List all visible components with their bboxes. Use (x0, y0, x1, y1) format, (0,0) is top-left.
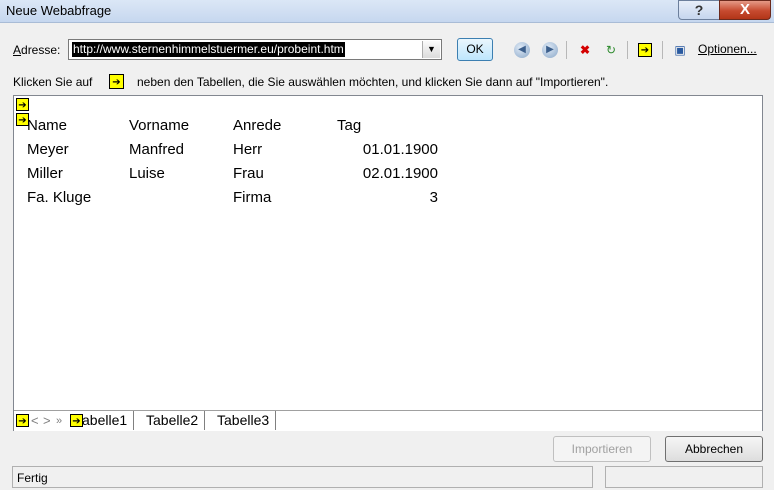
ok-button[interactable]: OK (457, 38, 493, 61)
close-button[interactable]: X (719, 0, 771, 20)
table-cell: Frau (233, 165, 264, 182)
save-query-icon[interactable]: ▣ (672, 42, 688, 58)
toolbar-separator (662, 41, 663, 59)
stop-icon[interactable]: ✖ (577, 42, 593, 58)
tab-prev-button[interactable]: < (31, 413, 39, 428)
table-cell: Miller (27, 165, 63, 182)
table-cell: Manfred (129, 141, 185, 158)
select-sheet-arrow-icon[interactable]: ➔ (16, 414, 29, 427)
hide-icons-icon[interactable]: ➔ (637, 41, 653, 57)
address-label: Adresse: (13, 43, 61, 57)
tab-tabelle2[interactable]: Tabelle2 (140, 411, 206, 430)
refresh-icon[interactable]: ↻ (603, 42, 619, 58)
instruction-suffix: neben den Tabellen, die Sie auswählen mö… (137, 75, 609, 89)
cancel-button[interactable]: Abbrechen (665, 436, 763, 462)
forward-icon[interactable]: ▶ (542, 42, 558, 58)
status-panel (605, 466, 763, 488)
table-cell: Fa. Kluge (27, 189, 92, 206)
address-field[interactable]: http://www.sternenhimmelstuermer.eu/prob… (68, 39, 442, 60)
select-page-arrow-icon[interactable]: ➔ (16, 98, 29, 111)
status-text: Fertig (17, 471, 48, 485)
back-icon[interactable]: ◀ (514, 42, 530, 58)
title-bar (0, 0, 774, 23)
table-cell: 02.01.1900 (362, 165, 438, 182)
tab-tabelle3[interactable]: Tabelle3 (211, 411, 277, 430)
sheet-tab-strip: ➔ < > » ➔ abelle1 Tabelle2 Tabelle3 (14, 410, 762, 431)
tab-next-button[interactable]: > (43, 413, 51, 428)
toolbar-separator (566, 41, 567, 59)
tab-more-button[interactable]: » (56, 415, 62, 427)
table-header-tag: Tag (337, 117, 362, 134)
table-header-vorname: Vorname (129, 117, 190, 134)
table-cell: 3 (429, 189, 438, 206)
arrow-icon: ➔ (109, 74, 124, 89)
table-header-name: Name (27, 117, 68, 134)
status-bar: Fertig (12, 466, 593, 488)
address-value[interactable]: http://www.sternenhimmelstuermer.eu/prob… (72, 42, 345, 57)
table-header-anrede: Anrede (233, 117, 282, 134)
table-cell: 01.01.1900 (362, 141, 438, 158)
help-button[interactable]: ? (678, 0, 720, 20)
window-title: Neue Webabfrage (6, 3, 112, 18)
tab-tabelle1[interactable]: abelle1 (78, 411, 135, 430)
import-button[interactable]: Importieren (553, 436, 651, 462)
table-cell: Luise (129, 165, 165, 182)
table-cell: Meyer (27, 141, 69, 158)
chevron-down-icon[interactable]: ▼ (422, 41, 440, 58)
options-button[interactable]: Optionen... (698, 42, 757, 56)
table-cell: Herr (233, 141, 263, 158)
table-cell: Firma (233, 189, 272, 206)
web-preview: ➔ ➔ Name Vorname Anrede Tag Meyer Manfre… (13, 95, 763, 431)
instruction-prefix: Klicken Sie auf (13, 75, 93, 89)
toolbar-separator (627, 41, 628, 59)
